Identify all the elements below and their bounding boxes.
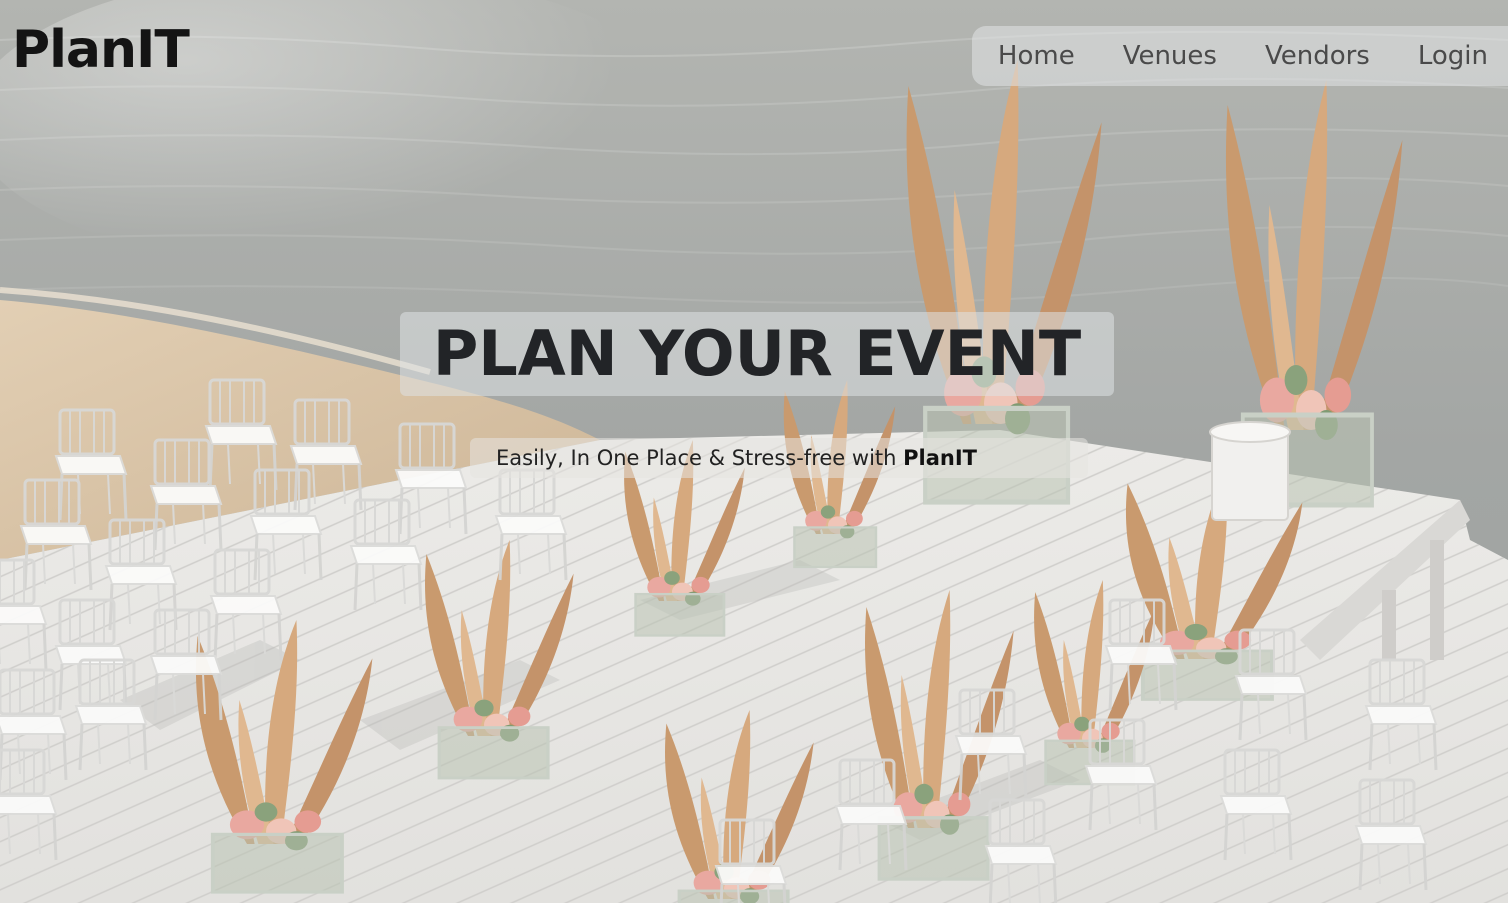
nav-venues-link[interactable]: Venues <box>1099 41 1241 71</box>
hero-subtitle-brand: PlanIT <box>903 446 977 470</box>
nav-home-link[interactable]: Home <box>990 41 1099 71</box>
hero-subtitle: Easily, In One Place & Stress-free with … <box>470 438 1088 478</box>
nav-vendors-link[interactable]: Vendors <box>1241 41 1394 71</box>
brand-logo[interactable]: PlanIT <box>12 24 190 76</box>
nav-login-link[interactable]: Login <box>1394 41 1488 71</box>
hero-title: PLAN YOUR EVENT <box>400 312 1114 396</box>
navbar: PlanIT Home Venues Vendors Login <box>0 0 1508 118</box>
hero-subtitle-text: Easily, In One Place & Stress-free with <box>496 446 904 470</box>
nav-links: Home Venues Vendors Login <box>971 26 1508 86</box>
